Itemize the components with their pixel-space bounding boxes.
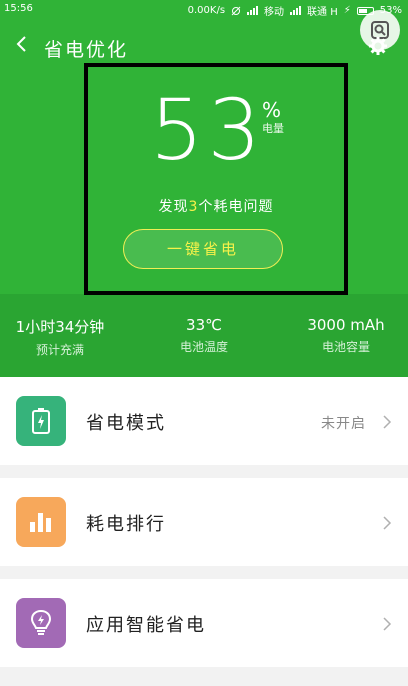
stat-charge-time: 1小时34分钟 预计充满 [0, 316, 120, 358]
chevron-right-icon [383, 415, 392, 429]
bulb-icon [16, 598, 66, 648]
network-speed: 0.00K/s [187, 5, 226, 16]
issues-found-text: 发现3个耗电问题 [0, 196, 408, 216]
issue-count: 3 [188, 199, 199, 215]
battery-percent: 53 [150, 81, 265, 179]
stat-value: 33℃ [186, 316, 222, 334]
alarm-off-icon [231, 6, 241, 15]
menu-item-power-ranking[interactable]: 耗电排行 [0, 478, 408, 566]
status-bar: 15:56 0.00K/s 移动 联通 H ⚡ 53% [0, 0, 408, 20]
battery-bolt-icon [16, 396, 66, 446]
stat-value: 1小时34分钟 [15, 318, 105, 336]
issues-prefix: 发现 [158, 199, 189, 215]
menu-item-label: 省电模式 [86, 413, 166, 434]
chevron-right-icon [383, 617, 392, 631]
chevron-left-icon [16, 36, 26, 52]
one-key-optimize-button[interactable]: 一键省电 [123, 229, 283, 269]
percent-sign: % [262, 98, 282, 122]
app-header: 省电优化 [0, 28, 408, 68]
stat-capacity: 3000 mAh 电池容量 [292, 316, 400, 355]
stat-temperature: 33℃ 电池温度 [150, 316, 258, 355]
menu-item-label: 应用智能省电 [86, 615, 206, 636]
stat-label: 电池温度 [179, 340, 228, 354]
signal-icon [247, 6, 259, 15]
menu-item-status: 未开启 [321, 416, 366, 432]
carrier-label-1: 移动 [264, 7, 285, 18]
menu-item-power-saving-mode[interactable]: 省电模式 未开启 [0, 377, 408, 465]
issues-suffix: 个耗电问题 [198, 199, 274, 215]
chevron-right-icon [383, 516, 392, 530]
bar-chart-icon [16, 497, 66, 547]
stat-label: 电池容量 [321, 340, 370, 354]
battery-label: 电量 [262, 122, 284, 135]
back-button[interactable] [8, 34, 34, 60]
stat-value: 3000 mAh [307, 316, 385, 334]
signal-icon-2 [290, 6, 302, 15]
carrier-label-2: 联通 H [307, 7, 338, 18]
stat-label: 预计充满 [35, 343, 84, 357]
status-time: 15:56 [4, 3, 33, 14]
menu-item-label: 耗电排行 [86, 514, 166, 535]
page-title: 省电优化 [44, 39, 129, 61]
gear-icon [369, 37, 387, 55]
charging-bolt-icon: ⚡ [343, 5, 351, 16]
menu-item-smart-app-saving[interactable]: 应用智能省电 [0, 579, 408, 667]
settings-button[interactable] [368, 36, 388, 60]
